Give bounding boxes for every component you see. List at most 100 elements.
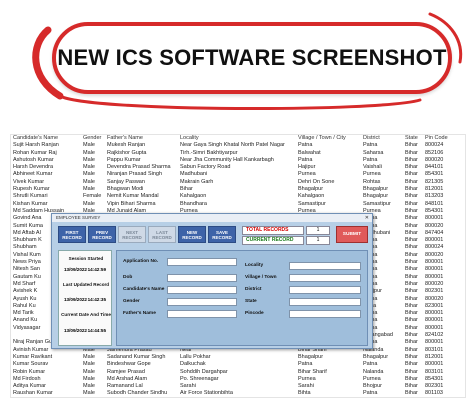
table-row: Shrutli Kumari Female Nemit Kumar Mandal Ka… (11, 193, 465, 200)
table-cell: Village / Town / City (298, 135, 346, 141)
table-cell: Rohan Kumar Raj (13, 149, 57, 156)
table-cell: Bhojpur (363, 383, 382, 390)
table-cell: 854301 (425, 375, 444, 382)
table-cell: Bihar (405, 346, 418, 353)
table-cell: Bihar (405, 273, 418, 280)
app-screenshot: Candidate's Name Gender Father's Name Local… (10, 134, 466, 398)
table-cell: Bhagalpur (298, 353, 324, 360)
last-updated-label: Last Updated Record (62, 282, 110, 287)
table-cell: 854301 (425, 207, 444, 214)
table-cell: Bihar (405, 207, 418, 214)
table-cell: Male (83, 368, 95, 375)
table-cell: Bhagalpur (363, 186, 389, 193)
dob-input[interactable] (167, 274, 237, 282)
table-cell: 800020 (425, 295, 444, 302)
application-no-label: Application No. (123, 259, 159, 264)
table-cell: Sarahi (180, 383, 196, 390)
table-cell: Male (83, 149, 95, 156)
table-cell: Niranjan Prasad Singh (107, 171, 163, 178)
table-cell: Sadanand Kumar Singh (107, 353, 166, 360)
table-cell: Bihar (405, 215, 418, 222)
candidate-name-label: Candidate's Name (123, 287, 165, 292)
table-cell: Subodh Chander Sindhu (107, 390, 168, 397)
table-cell: Po. Shreenagar (180, 375, 219, 382)
prev-record-button[interactable]: PREV RECORD (88, 226, 116, 243)
district-label: District (245, 287, 262, 292)
close-icon[interactable]: ✕ (365, 214, 369, 222)
table-cell: Father's Name (107, 135, 143, 141)
table-cell: 852106 (425, 149, 444, 156)
table-cell: Bihar (405, 178, 418, 185)
locality-label: Locality (245, 263, 264, 268)
table-cell: Bihar (405, 375, 418, 382)
table-cell: Near Jha Community Hall Kankarbagh (180, 156, 274, 163)
table-cell: Patna (298, 142, 313, 149)
table-cell: Bihar (405, 339, 418, 346)
table-cell: Gender (83, 135, 102, 141)
village-label: Village / Town (245, 275, 277, 280)
state-input[interactable] (289, 298, 361, 306)
locality-input[interactable] (289, 262, 361, 270)
table-cell: Ramjee Prasad (107, 368, 145, 375)
pincode-input[interactable] (289, 310, 361, 318)
last-updated-date: 13/09/2022 (64, 297, 87, 302)
application-no-input[interactable] (167, 258, 237, 266)
dob-label: Dob (123, 275, 133, 280)
table-cell: Bihar (405, 280, 418, 287)
table-cell: District (363, 135, 380, 141)
table-cell: Samastipur (363, 200, 391, 207)
candidate-name-input[interactable] (167, 286, 237, 294)
table-cell: Mukesh Ranjan (107, 142, 146, 149)
table-cell: Samastipur (298, 200, 326, 207)
next-record-button[interactable]: NEXT RECORD (118, 226, 146, 243)
last-updated-time: 14:42:35 (87, 297, 106, 302)
gender-select[interactable] (167, 298, 237, 306)
table-cell: Sabun Factory Road (180, 164, 231, 171)
table-cell: Devendra Prasad Sharma (107, 164, 171, 171)
session-started-date: 13/09/2022 (64, 267, 87, 272)
table-cell: Bhagalpur (298, 186, 324, 193)
table-cell: Bihar (405, 193, 418, 200)
table-cell: Vivek Kumar (13, 178, 45, 185)
table-cell: Near Gaya Singh Khatal North Patel Nagar (180, 142, 285, 149)
table-cell: Male (83, 375, 95, 382)
table-cell: Purnea (298, 375, 316, 382)
table-row: Rohan Kumar Raj Male Rajkishor Gupta Tirh.-… (11, 149, 465, 157)
table-cell: Bihar Sharif (298, 368, 327, 375)
table-cell: Locality (180, 135, 199, 141)
table-cell: Bihar (405, 288, 418, 295)
first-record-button[interactable]: FIRST RECORD (58, 226, 86, 243)
dialog-titlebar: EMPLOYEE SURVEY ✕ (52, 214, 372, 222)
banner-title-box: NEW ICS SOFTWARE SCREENSHOT (52, 22, 452, 94)
table-cell: Bihar (405, 368, 418, 375)
session-panel: Session Started 13/09/2022 14:42:59 Last… (58, 250, 112, 346)
table-cell: Male (83, 353, 95, 360)
table-cell: Purnea (363, 375, 381, 382)
table-cell: Male (83, 390, 95, 397)
father-name-input[interactable] (167, 310, 237, 318)
table-cell: 800020 (425, 222, 444, 229)
table-cell: Bihar (405, 361, 418, 368)
current-record-label: CURRENT RECORD (242, 236, 304, 245)
district-input[interactable] (289, 286, 361, 294)
table-cell: Kahalgaon (298, 193, 325, 200)
table-row: Raushan Kumar Male Subodh Chander Sindhu Ai… (11, 390, 465, 397)
table-cell: 844101 (425, 164, 444, 171)
save-record-button[interactable]: SAVE RECORD (208, 226, 236, 243)
father-name-label: Father's Name (123, 311, 156, 316)
table-cell: Sohddih Dargahpar (180, 368, 228, 375)
village-input[interactable] (289, 274, 361, 282)
table-cell: Bhandhara (180, 200, 207, 207)
table-cell: 800020 (425, 280, 444, 287)
table-cell: 800001 (425, 237, 444, 244)
new-record-button[interactable]: NEW RECORD (178, 226, 206, 243)
table-cell: Bihar (405, 142, 418, 149)
submit-button[interactable]: SUBMIT (336, 226, 368, 243)
current-record-value: 1 (306, 236, 330, 245)
table-cell: Vaishali (363, 164, 382, 171)
table-cell: Bihar (405, 229, 418, 236)
last-record-button[interactable]: LAST RECORD (148, 226, 176, 243)
table-cell: Bihar (405, 222, 418, 229)
table-cell: Bihar (405, 310, 418, 317)
table-cell: Bihar (405, 164, 418, 171)
